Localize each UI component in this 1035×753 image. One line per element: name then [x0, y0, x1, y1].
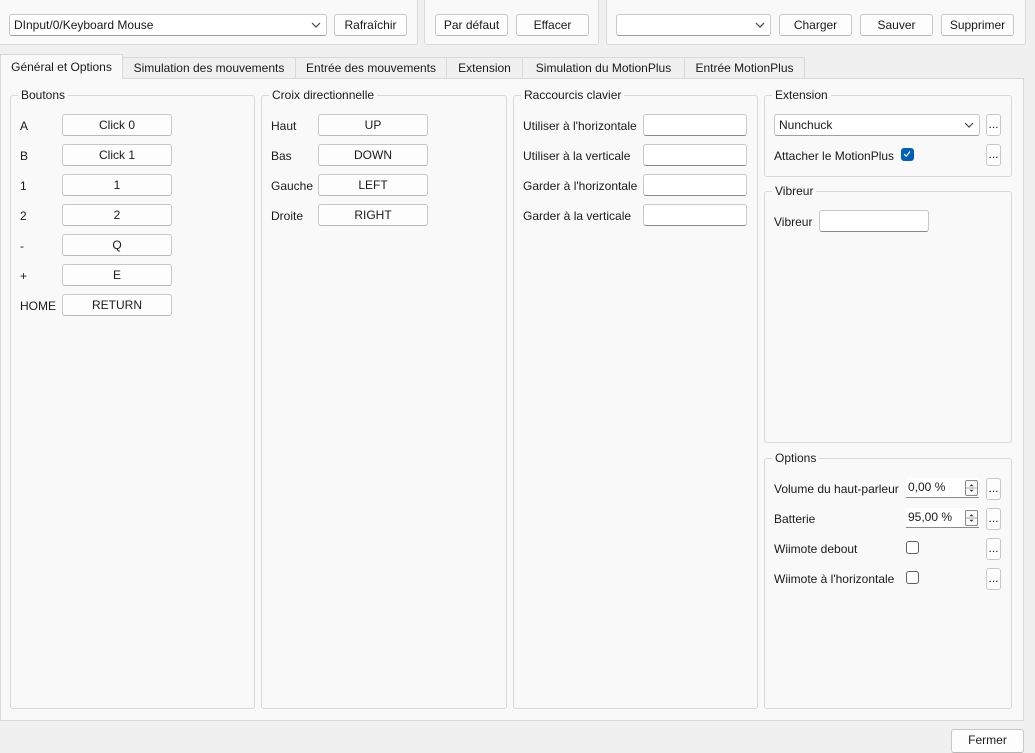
dpad-down-label: Bas: [271, 149, 292, 163]
tab-extension[interactable]: Extension: [446, 57, 523, 79]
wiimote-sideways-more-button[interactable]: ...: [986, 568, 1001, 590]
button-b-label: B: [20, 149, 29, 163]
default-button[interactable]: Par défaut: [435, 14, 508, 36]
button-minus-binding[interactable]: Q: [62, 234, 172, 256]
tab-motionplus-input[interactable]: Entrée MotionPlus: [684, 57, 805, 79]
tab-motion-simulation[interactable]: Simulation des mouvements: [122, 57, 296, 79]
checkmark-icon: [903, 151, 911, 158]
chevron-down-icon: [755, 22, 765, 28]
spin-arrows-icon[interactable]: [965, 480, 978, 496]
button-1-binding[interactable]: 1: [62, 174, 172, 196]
hotkey-use-sideways-label: Utiliser à l'horizontale: [523, 119, 637, 133]
tab-bar: Général et Options Simulation des mouvem…: [0, 54, 1035, 79]
attach-motionplus-checkbox[interactable]: [901, 148, 914, 161]
close-button[interactable]: Fermer: [951, 729, 1024, 753]
extension-more-button[interactable]: ...: [986, 114, 1001, 136]
hotkeys-group-title: Raccourcis clavier: [521, 88, 625, 102]
dpad-left-binding[interactable]: LEFT: [318, 174, 428, 196]
extension-combo-value: Nunchuck: [779, 118, 833, 132]
button-home-label: HOME: [20, 299, 56, 313]
button-b-binding[interactable]: Click 1: [62, 144, 172, 166]
attach-motionplus-more-button[interactable]: ...: [986, 144, 1001, 166]
button-minus-label: -: [20, 239, 24, 253]
wiimote-sideways-label: Wiimote à l'horizontale: [774, 572, 895, 586]
wiimote-upright-label: Wiimote debout: [774, 542, 858, 556]
battery-more-button[interactable]: ...: [986, 508, 1001, 530]
dpad-left-label: Gauche: [271, 179, 314, 193]
dpad-right-label: Droite: [271, 209, 304, 223]
button-plus-label: +: [20, 269, 28, 283]
hotkey-use-sideways-field[interactable]: [643, 114, 747, 136]
button-1-label: 1: [20, 179, 27, 193]
button-plus-binding[interactable]: E: [62, 264, 172, 286]
rumble-label: Vibreur: [774, 215, 813, 229]
buttons-group-title: Boutons: [18, 88, 69, 102]
tab-motion-input[interactable]: Entrée des mouvements: [295, 57, 447, 79]
save-button[interactable]: Sauver: [860, 14, 933, 36]
wiimote-sideways-checkbox[interactable]: [906, 571, 919, 584]
hotkey-use-upright-label: Utiliser à la verticale: [523, 149, 631, 163]
extension-group-title: Extension: [772, 88, 831, 102]
dpad-up-label: Haut: [271, 119, 297, 133]
hotkey-hold-sideways-label: Garder à l'horizontale: [523, 179, 638, 193]
battery-value: 95,00 %: [908, 510, 953, 524]
profile-combo[interactable]: [616, 14, 771, 36]
hotkey-hold-upright-field[interactable]: [643, 204, 747, 226]
button-a-binding[interactable]: Click 0: [62, 114, 172, 136]
dpad-right-binding[interactable]: RIGHT: [318, 204, 428, 226]
extension-combo[interactable]: Nunchuck: [774, 114, 980, 136]
device-combo-value: DInput/0/Keyboard Mouse: [14, 18, 154, 32]
hotkey-use-upright-field[interactable]: [643, 144, 747, 166]
chevron-down-icon: [964, 122, 974, 128]
speaker-volume-spinbox[interactable]: 0,00 %: [906, 478, 979, 498]
wiimote-upright-checkbox[interactable]: [906, 541, 919, 554]
refresh-button[interactable]: Rafraîchir: [334, 14, 407, 36]
speaker-volume-more-button[interactable]: ...: [986, 478, 1001, 500]
button-2-binding[interactable]: 2: [62, 204, 172, 226]
options-group-title: Options: [772, 451, 820, 465]
device-combo[interactable]: DInput/0/Keyboard Mouse: [9, 14, 327, 36]
clear-button[interactable]: Effacer: [516, 14, 589, 36]
tab-general-options[interactable]: Général et Options: [0, 54, 123, 79]
rumble-group-title: Vibreur: [772, 184, 817, 198]
load-button[interactable]: Charger: [779, 14, 852, 36]
rumble-field[interactable]: [819, 210, 929, 232]
button-a-label: A: [20, 119, 29, 133]
spin-arrows-icon[interactable]: [965, 510, 978, 526]
hotkey-hold-upright-label: Garder à la verticale: [523, 209, 632, 223]
wiimote-upright-more-button[interactable]: ...: [986, 538, 1001, 560]
dpad-group-title: Croix directionnelle: [269, 88, 378, 102]
speaker-volume-label: Volume du haut-parleur: [774, 482, 899, 496]
battery-spinbox[interactable]: 95,00 %: [906, 508, 979, 528]
tab-motionplus-simulation[interactable]: Simulation du MotionPlus: [522, 57, 685, 79]
dpad-down-binding[interactable]: DOWN: [318, 144, 428, 166]
delete-button[interactable]: Supprimer: [941, 14, 1014, 36]
button-home-binding[interactable]: RETURN: [62, 294, 172, 316]
hotkey-hold-sideways-field[interactable]: [643, 174, 747, 196]
attach-motionplus-label: Attacher le MotionPlus: [774, 149, 895, 163]
extension-group: Extension: [764, 88, 1012, 177]
dpad-up-binding[interactable]: UP: [318, 114, 428, 136]
chevron-down-icon: [311, 22, 321, 28]
battery-label: Batterie: [774, 512, 816, 526]
speaker-volume-value: 0,00 %: [908, 480, 946, 494]
button-2-label: 2: [20, 209, 27, 223]
